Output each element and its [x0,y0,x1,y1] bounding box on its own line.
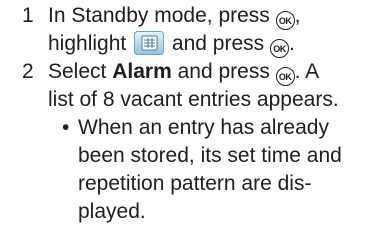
bullet-symbol: • [62,116,70,139]
ok-key-icon: OK [275,11,295,30]
bullet-line: been stored, its set time and [78,144,342,167]
step-number: 1 [22,4,34,27]
step-1: 1 In Standby mode, press OK, highlight a… [0,2,376,58]
bullet-note: • When an entry has already been stored,… [0,114,376,226]
menu-settings-icon [134,31,165,55]
step-1-line-1: In Standby mode, press OK, [48,2,376,30]
bullet-line: When an entry has already [78,116,329,139]
alarm-menu-label: Alarm [112,60,172,83]
ok-key-icon: OK [270,39,289,58]
step-2-line-2: list of 8 vacant entries appears. [48,88,339,111]
step-number: 2 [22,60,34,83]
instructions: 1 In Standby mode, press OK, highlight a… [0,2,376,226]
ok-key-icon: OK [275,67,295,86]
step-2: 2 Select Alarm and press OK. A list of 8… [0,58,376,114]
bullet-line: played. [78,200,146,223]
step-1-line-2: highlight and press OK. [48,30,376,58]
bullet-line: repetition pattern are dis- [78,172,312,195]
step-2-line-1: Select Alarm and press OK. A [48,58,376,86]
